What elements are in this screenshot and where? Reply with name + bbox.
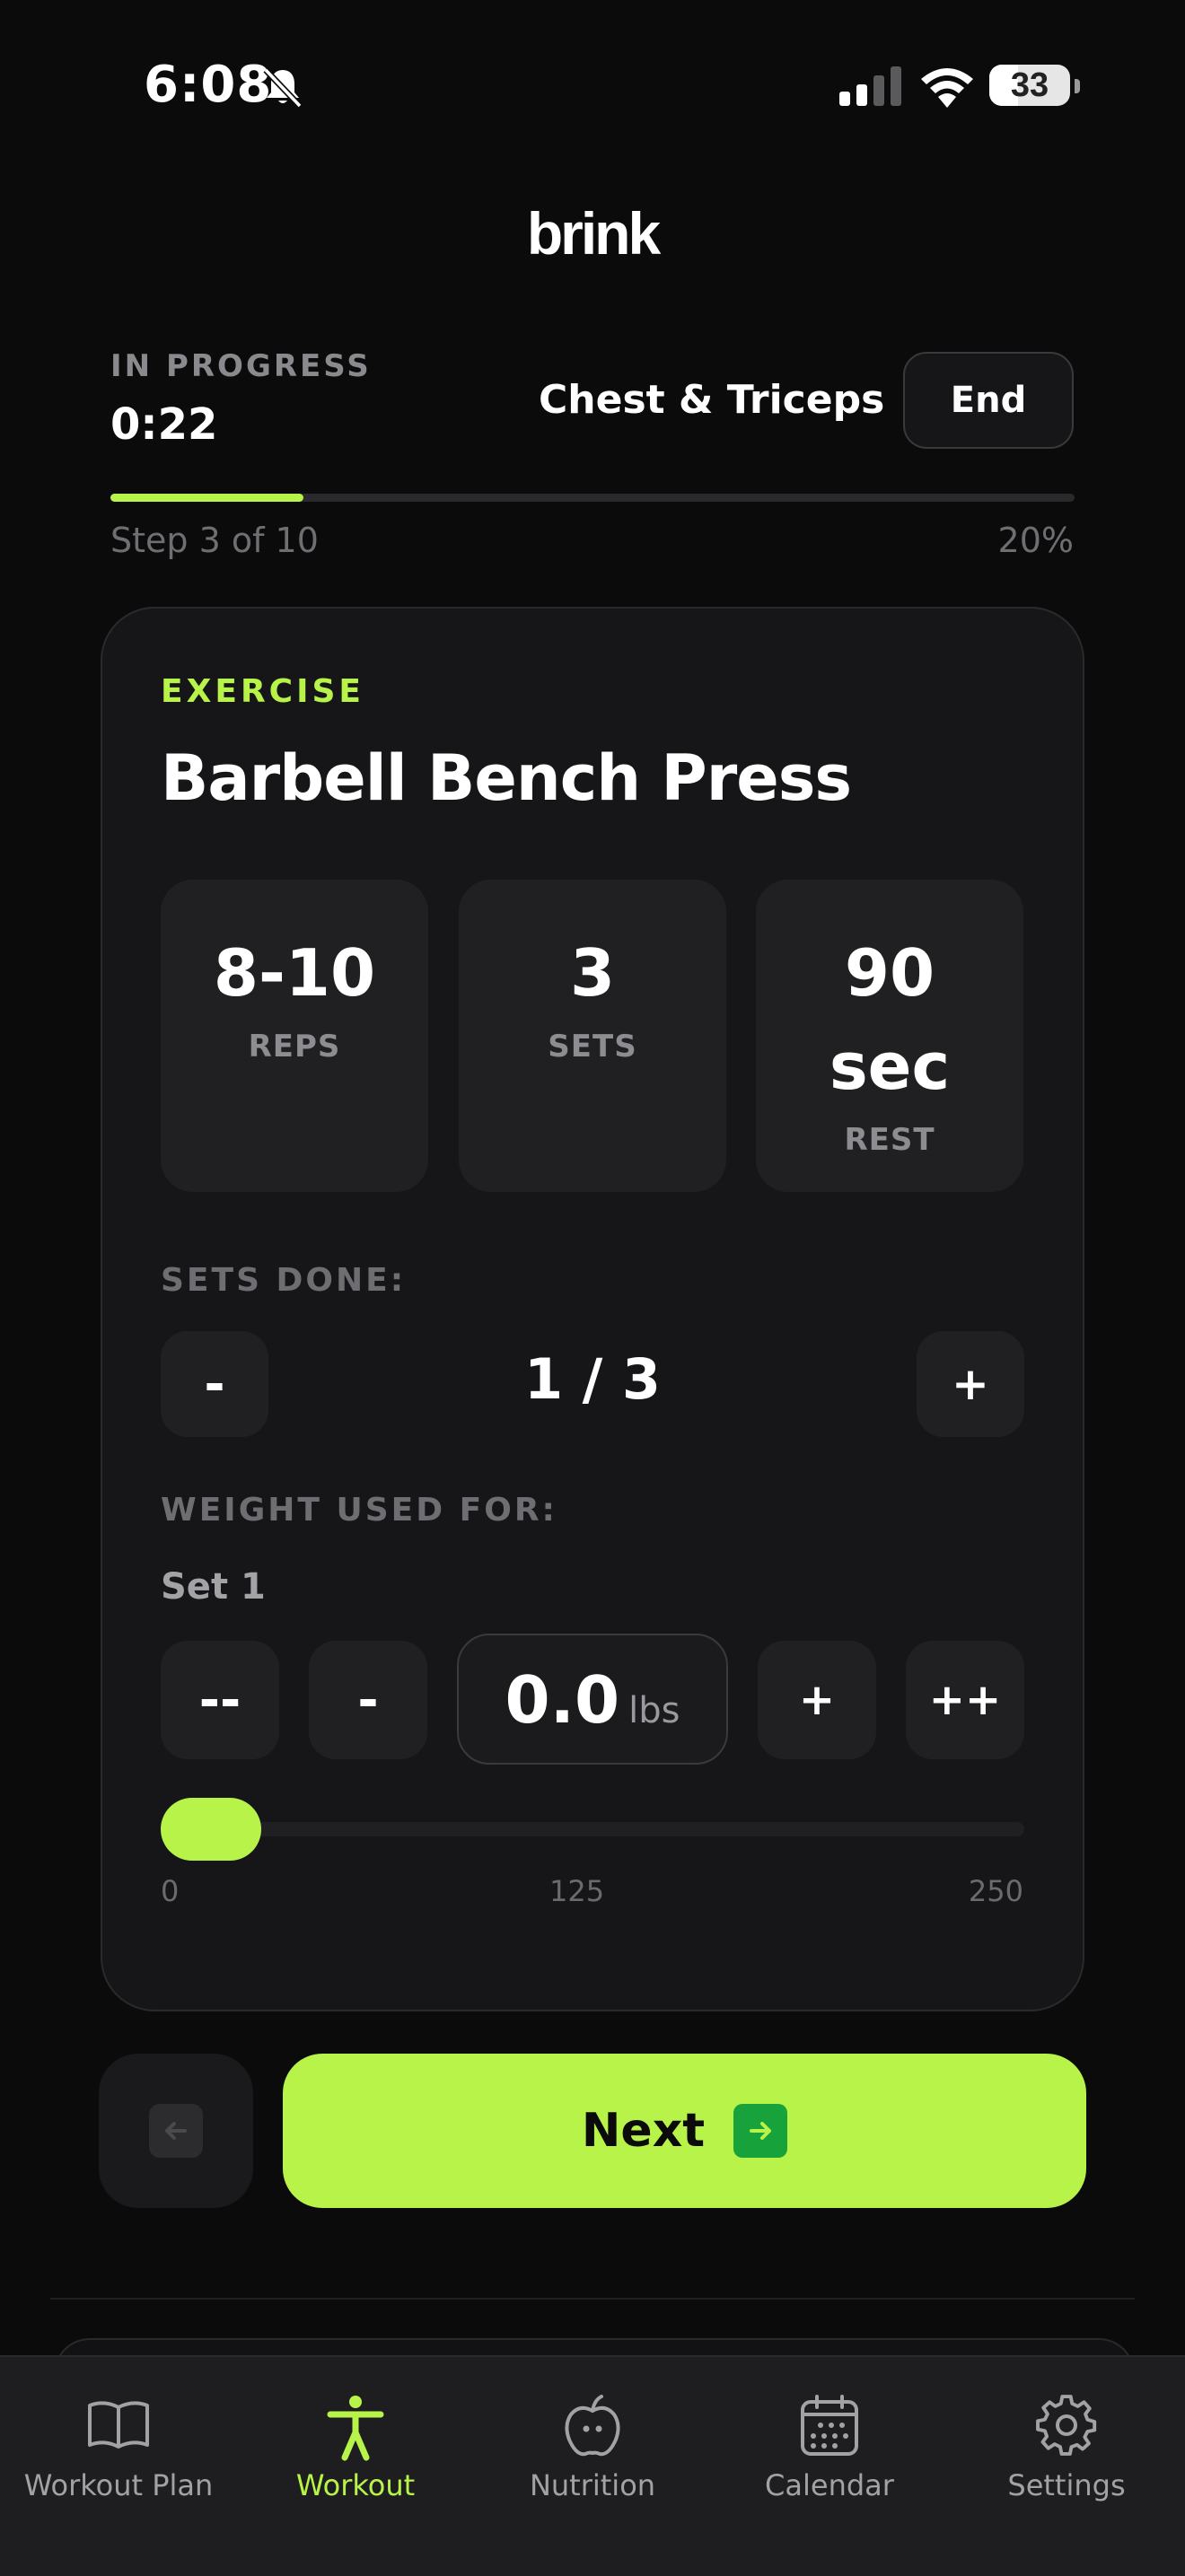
next-step-button[interactable]: Next	[283, 2054, 1086, 2208]
tab-calendar[interactable]: Calendar	[711, 2357, 948, 2576]
arrow-left-icon	[149, 2104, 203, 2158]
reps-value: 8-10	[213, 935, 376, 1011]
tab-label: Workout	[295, 2468, 416, 2502]
sets-value: 3	[569, 935, 616, 1011]
slider-min-label: 0	[161, 1874, 180, 1908]
sets-label: SETS	[548, 1029, 637, 1065]
workout-progress-bar	[110, 494, 1075, 502]
rest-value-number: 90	[844, 935, 935, 1011]
weight-increase-large-button[interactable]: ++	[906, 1641, 1024, 1759]
tab-nutrition[interactable]: Nutrition	[474, 2357, 711, 2576]
slider-mid-label: 125	[549, 1874, 605, 1908]
weight-unit: lbs	[628, 1690, 680, 1731]
sets-done-value: 1 / 3	[523, 1346, 662, 1412]
tab-workout-plan[interactable]: Workout Plan	[0, 2357, 237, 2576]
end-workout-button[interactable]: End	[903, 352, 1074, 449]
sets-stat: 3 SETS	[459, 880, 726, 1192]
sets-increment-button[interactable]: +	[917, 1331, 1024, 1437]
step-indicator: Step 3 of 10	[110, 521, 319, 560]
battery-icon: 33	[989, 65, 1080, 106]
content-divider	[50, 2298, 1135, 2300]
bell-muted-icon	[263, 67, 303, 109]
rest-value-unit: sec	[829, 1029, 951, 1104]
tab-workout[interactable]: Workout	[237, 2357, 474, 2576]
weight-slider-thumb[interactable]	[161, 1798, 261, 1861]
battery-level: 33	[1010, 66, 1049, 104]
workout-progress-fill	[110, 494, 303, 502]
gear-icon	[1036, 2395, 1097, 2456]
tab-label: Workout Plan	[23, 2468, 214, 2502]
weight-decrease-large-button[interactable]: --	[161, 1641, 279, 1759]
reps-stat: 8-10 REPS	[161, 880, 428, 1192]
book-icon	[88, 2401, 149, 2449]
cell-signal-icon	[839, 66, 901, 106]
tab-label: Nutrition	[529, 2468, 656, 2502]
reps-label: REPS	[248, 1029, 341, 1065]
next-button-label: Next	[581, 2104, 706, 2158]
calendar-icon	[801, 2395, 858, 2456]
workout-title: Chest & Triceps	[539, 377, 885, 423]
weight-value: 0.0	[505, 1662, 620, 1738]
session-status-label: IN PROGRESS	[110, 348, 372, 384]
weight-field[interactable]: 0.0 lbs	[457, 1634, 728, 1765]
weight-slider-track[interactable]	[161, 1822, 1024, 1836]
exercise-card	[101, 607, 1084, 2011]
previous-step-button[interactable]	[99, 2054, 253, 2208]
wifi-icon	[921, 68, 973, 108]
progress-percent: 20%	[997, 521, 1074, 560]
tab-label: Settings	[1007, 2468, 1126, 2502]
weight-used-label: WEIGHT USED FOR:	[161, 1492, 557, 1529]
sets-decrement-button[interactable]: -	[161, 1331, 268, 1437]
status-time: 6:08	[144, 56, 273, 114]
slider-max-label: 250	[968, 1874, 1023, 1908]
person-icon	[327, 2396, 384, 2461]
rest-value: 90 sec	[756, 926, 1023, 1113]
tab-label: Calendar	[765, 2468, 894, 2502]
tab-settings[interactable]: Settings	[948, 2357, 1185, 2576]
weight-decrease-button[interactable]: -	[309, 1641, 427, 1759]
weight-increase-button[interactable]: +	[758, 1641, 876, 1759]
exercise-name: Barbell Bench Press	[161, 741, 852, 815]
bottom-tab-bar: Workout Plan Workout Nutrition Calendar …	[0, 2355, 1185, 2576]
elapsed-timer: 0:22	[110, 399, 218, 450]
exercise-section-label: EXERCISE	[161, 673, 364, 710]
sets-done-label: SETS DONE:	[161, 1262, 407, 1299]
arrow-right-icon	[733, 2104, 788, 2158]
apple-icon	[565, 2395, 620, 2457]
current-set-label: Set 1	[161, 1566, 266, 1608]
rest-label: REST	[844, 1122, 935, 1158]
app-logo: brink	[526, 200, 661, 267]
rest-stat: 90 sec REST	[756, 880, 1023, 1192]
